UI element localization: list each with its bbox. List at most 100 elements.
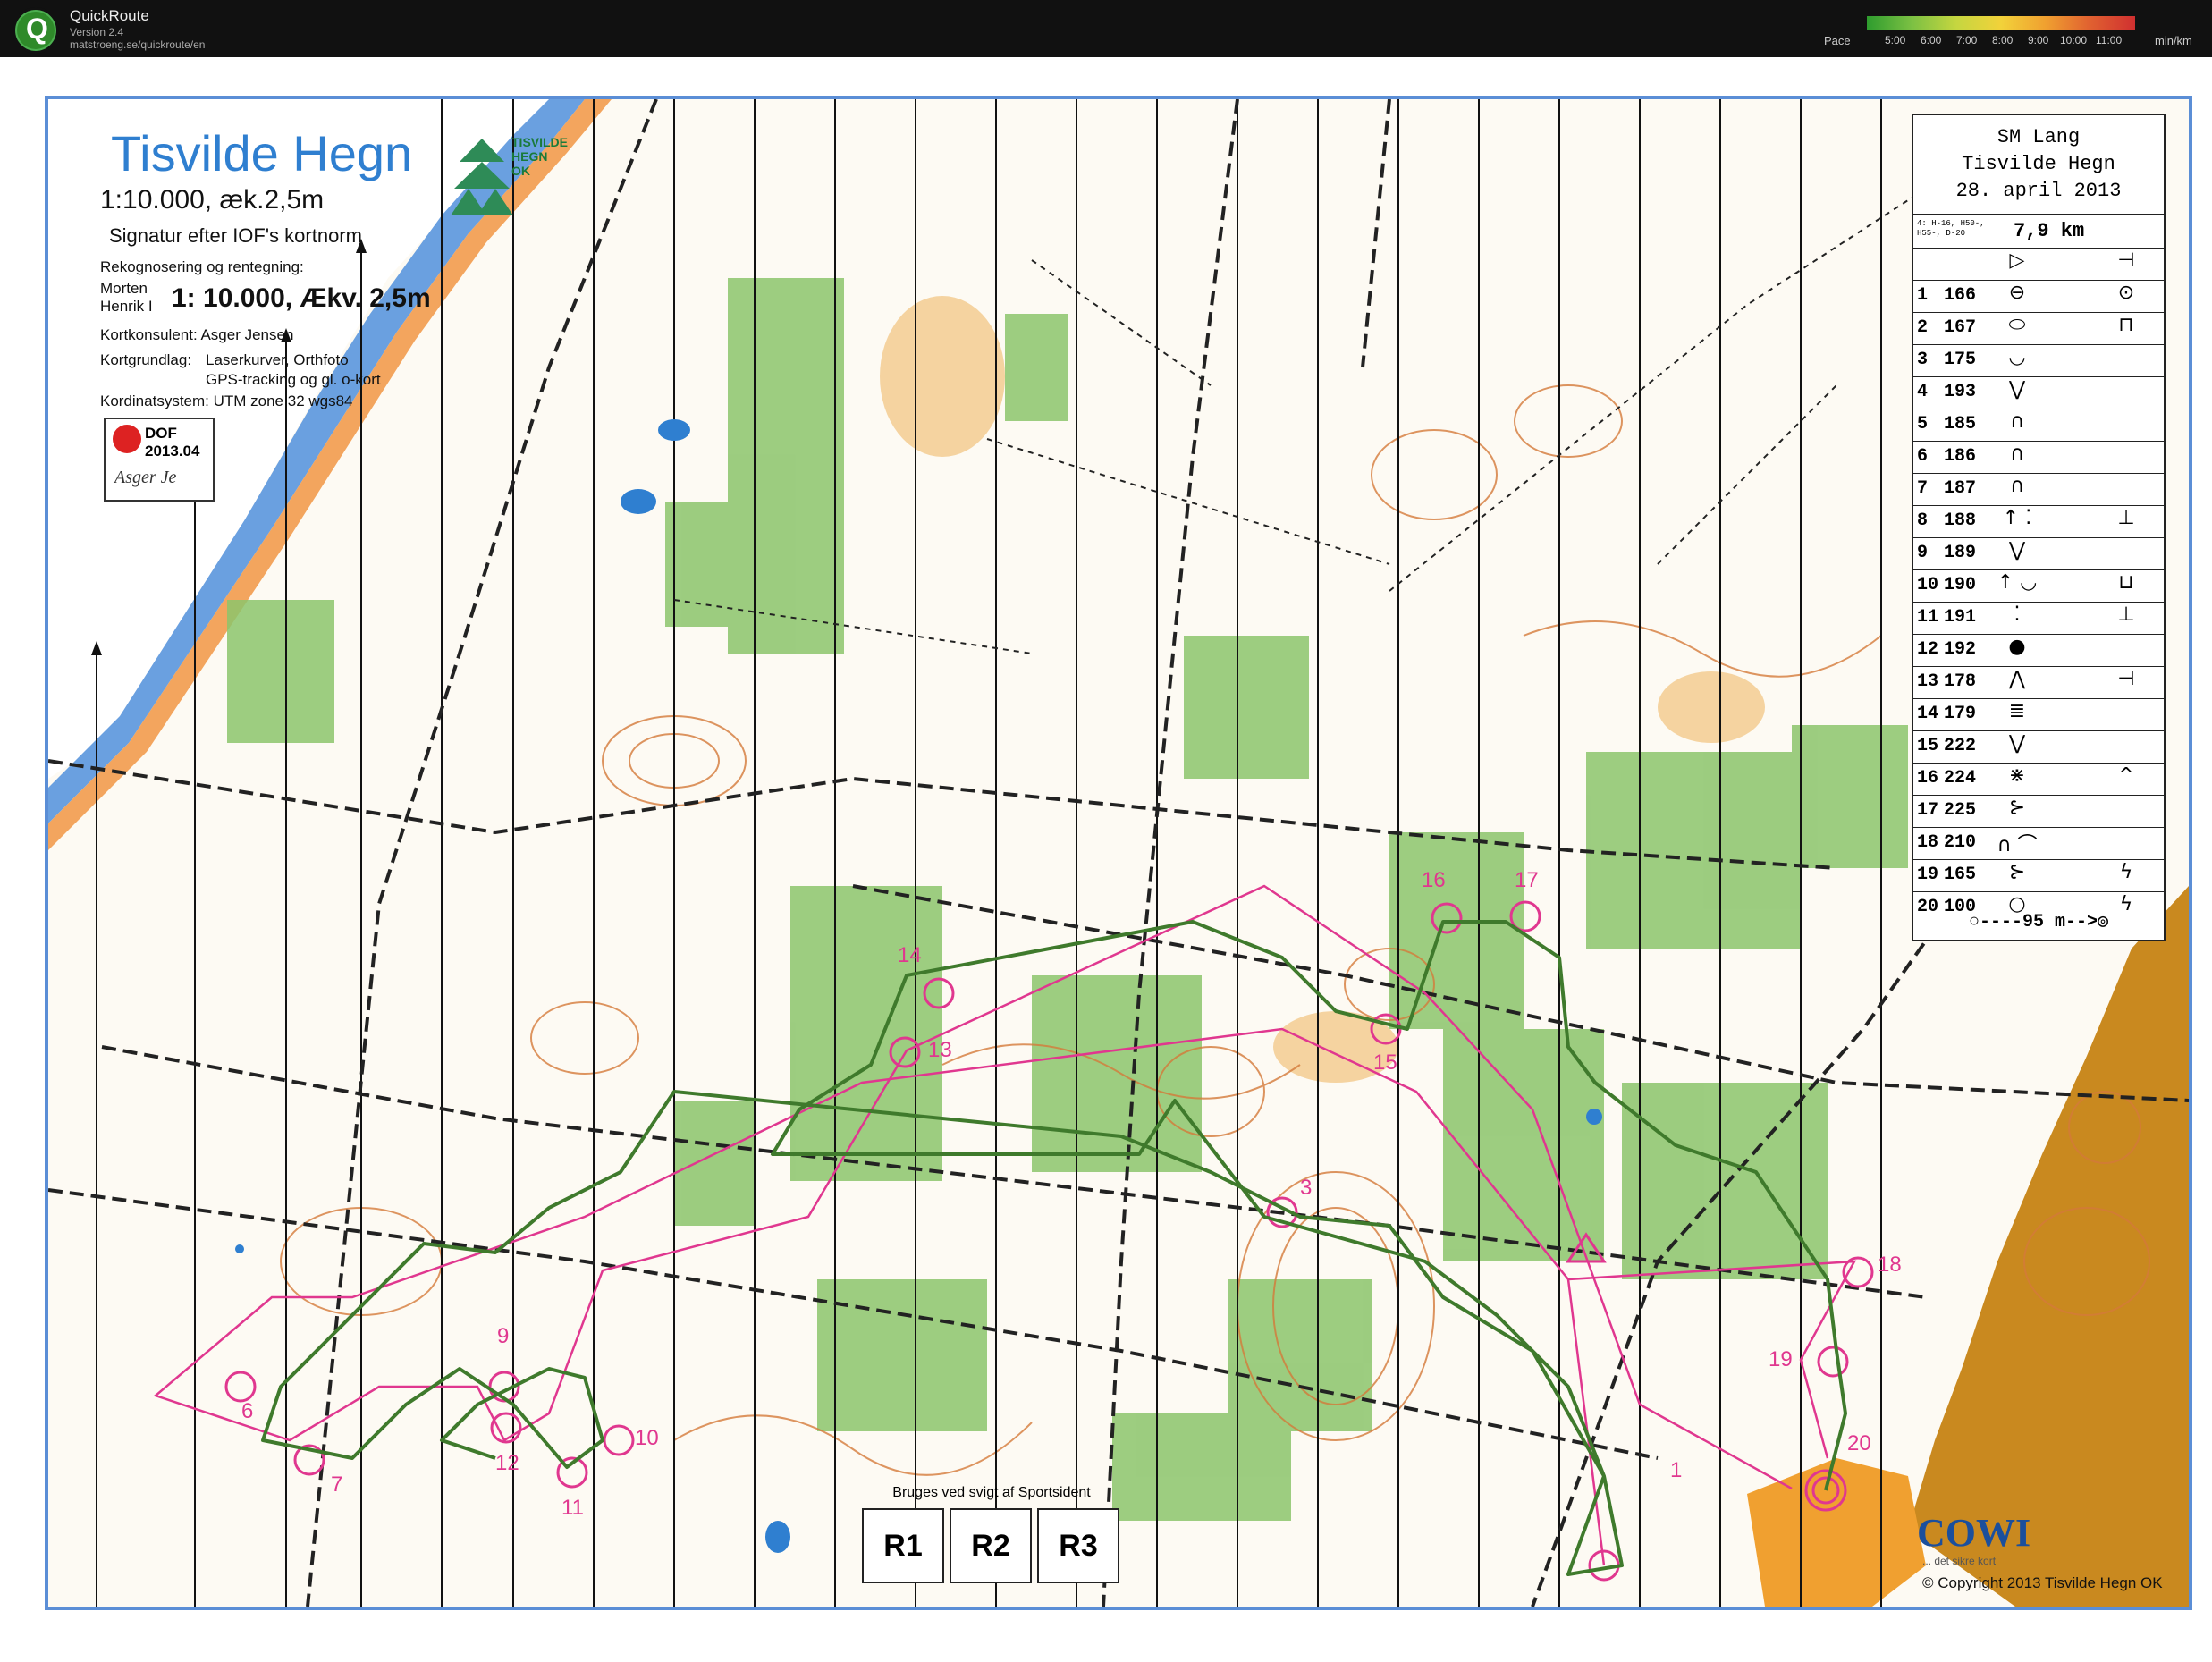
cd-date: 28. april 2013 [1955, 180, 2122, 202]
course-label: 12 [495, 1451, 519, 1475]
cd-number: 8 [1917, 510, 1929, 531]
cd-symbol: ◡ [2008, 346, 2026, 368]
cd-extra: ϟ [2119, 861, 2133, 883]
cd-number: 5 [1917, 414, 1929, 434]
course-label: 16 [1422, 868, 1446, 892]
recon-label: Rekognosering og rentegning: [100, 258, 304, 275]
cd-row: 18 210 ∩ ⌒ [1913, 827, 2164, 860]
cd-row: 16 224 ⋇ ^ [1913, 763, 2164, 796]
cd-row: 4 193 ⋁ [1913, 376, 2164, 409]
cd-symbol: ⋁ [2008, 732, 2026, 755]
cd-number: 18 [1917, 832, 1939, 853]
cd-number: 13 [1917, 671, 1939, 692]
cd-symbol: ⊱ [2008, 797, 2026, 819]
cd-row: 11 191 ⁚ ⊥ [1913, 602, 2164, 635]
recon-name: Morten [100, 280, 148, 297]
cd-number: 7 [1917, 478, 1929, 499]
cd-code: 225 [1944, 800, 1977, 821]
basis-line: Laserkurver, Orthfoto [206, 351, 349, 368]
course-label: 11 [561, 1496, 584, 1520]
course-label: 3 [1300, 1176, 1313, 1200]
cd-symbol: ⊱ [2008, 861, 2026, 883]
pace-label: Pace [1824, 34, 1851, 47]
club-trees-icon [451, 139, 513, 215]
cd-symbol: ⬭ [2008, 314, 2026, 336]
dof-signature: Asger Je [114, 468, 177, 487]
pace-unit: min/km [2155, 34, 2192, 47]
course-label: 7 [331, 1472, 343, 1497]
dof-year: 2013.04 [145, 443, 200, 460]
punch-box-r3: R3 [1037, 1508, 1119, 1583]
course-label: 17 [1515, 868, 1539, 892]
pace-tick: 9:00 [2028, 34, 2049, 46]
cd-code: 166 [1944, 285, 1977, 306]
control-description-sheet: SM Lang Tisvilde Hegn 28. april 2013 4: … [1912, 114, 2166, 941]
cd-number: 10 [1917, 575, 1939, 595]
course-label: 9 [497, 1324, 510, 1348]
map-title: Tisvilde Hegn [111, 125, 413, 181]
course-label: 20 [1847, 1431, 1871, 1455]
copyright-label: Copyright 2013 Tisvilde Hegn OK [1938, 1574, 2163, 1591]
cd-row: 10 190 ↑ ◡ ⊔ [1913, 569, 2164, 603]
cd-symbol: ⋁ [2008, 378, 2026, 401]
cd-header: SM Lang Tisvilde Hegn 28. april 2013 [1913, 115, 2164, 215]
cd-number: 2 [1917, 317, 1929, 338]
cd-number: 11 [1917, 607, 1939, 628]
cd-symbol: ⋁ [2008, 539, 2026, 561]
cd-code: 191 [1944, 607, 1977, 628]
cd-symbol: ∩ [2009, 475, 2025, 497]
map-legend: Tisvilde Hegn TISVILDE HEGN OK 1:10.000,… [75, 115, 594, 502]
cd-code: 192 [1944, 639, 1977, 660]
backup-note: Bruges ved svigt af Sportsident [892, 1485, 1091, 1500]
map-consultant: Kortkonsulent: Asger Jensen [100, 326, 294, 343]
course-label: 15 [1373, 1050, 1397, 1075]
app-version: Version 2.4 [70, 26, 124, 38]
pace-tick: 5:00 [1885, 34, 1906, 46]
coord-system: Kordinatsystem: UTM zone 32 wgs84 [100, 392, 353, 409]
cd-extra: ⊙ [2117, 282, 2135, 304]
sponsor-tagline: ... det sikre kort [1922, 1555, 1997, 1567]
cd-row: 8 188 ↑ ⁚ ⊥ [1913, 505, 2164, 538]
recon-name: Henrik I [100, 298, 153, 315]
course-label: 1 [1670, 1458, 1683, 1482]
backup-punch-boxes: Bruges ved svigt af Sportsident R1 R2 R3 [862, 1485, 1121, 1583]
cd-code: 175 [1944, 350, 1977, 370]
cd-symbol: ≣ [2008, 700, 2026, 722]
dof-stamp: DOF 2013.04 Asger Je [104, 418, 215, 502]
cd-code: 188 [1944, 510, 1977, 531]
course-label: 14 [898, 943, 922, 967]
punch-box-r1: R1 [862, 1508, 944, 1583]
cd-symbol: ∩ [2009, 443, 2025, 465]
club-name-line: HEGN OK [511, 149, 548, 178]
app-title-bar: Q QuickRoute Version 2.4 matstroeng.se/q… [0, 0, 2212, 57]
cd-row: 7 187 ∩ [1913, 473, 2164, 506]
cd-venue: Tisvilde Hegn [1962, 153, 2115, 175]
cd-code: 187 [1944, 478, 1977, 499]
cd-number: 1 [1917, 285, 1929, 306]
pace-color-scale [1867, 16, 2135, 30]
basis-label: Kortgrundlag: [100, 351, 192, 368]
orienteering-map[interactable]: 1 3 6 7 9 10 11 12 13 14 15 16 17 18 19 … [45, 96, 2192, 1610]
cd-number: 19 [1917, 865, 1939, 885]
cd-extra: ⊓ [2118, 314, 2134, 336]
course-label: 13 [928, 1038, 952, 1062]
cd-course-info: 4: H-16, H50-, H55-, D-20 7,9 km [1913, 215, 2164, 249]
app-url[interactable]: matstroeng.se/quickroute/en [70, 38, 205, 51]
sponsor-logo: COWI [1917, 1511, 2031, 1555]
cd-extra: ⊣ [2117, 668, 2135, 690]
cd-number: 6 [1917, 446, 1929, 467]
cd-length: 7,9 km [2014, 220, 2085, 242]
cd-code: 224 [1944, 768, 1977, 789]
cd-extra: ⊥ [2117, 507, 2135, 529]
cd-code: 167 [1944, 317, 1977, 338]
cd-code: 178 [1944, 671, 1977, 692]
cd-number: 16 [1917, 768, 1939, 789]
quickroute-logo-icon: Q [13, 7, 59, 54]
cd-row: 5 185 ∩ [1913, 409, 2164, 442]
map-norm: Signatur efter IOF's kortnorm [109, 224, 362, 247]
cd-extra: ⊣ [2117, 249, 2135, 272]
app-name: QuickRoute [70, 7, 149, 24]
cd-number: 3 [1917, 350, 1929, 370]
cd-row: 1 166 ⊖ ⊙ [1913, 280, 2164, 313]
copyright-text: © Copyright 2013 Tisvilde Hegn OK [1922, 1574, 2163, 1591]
